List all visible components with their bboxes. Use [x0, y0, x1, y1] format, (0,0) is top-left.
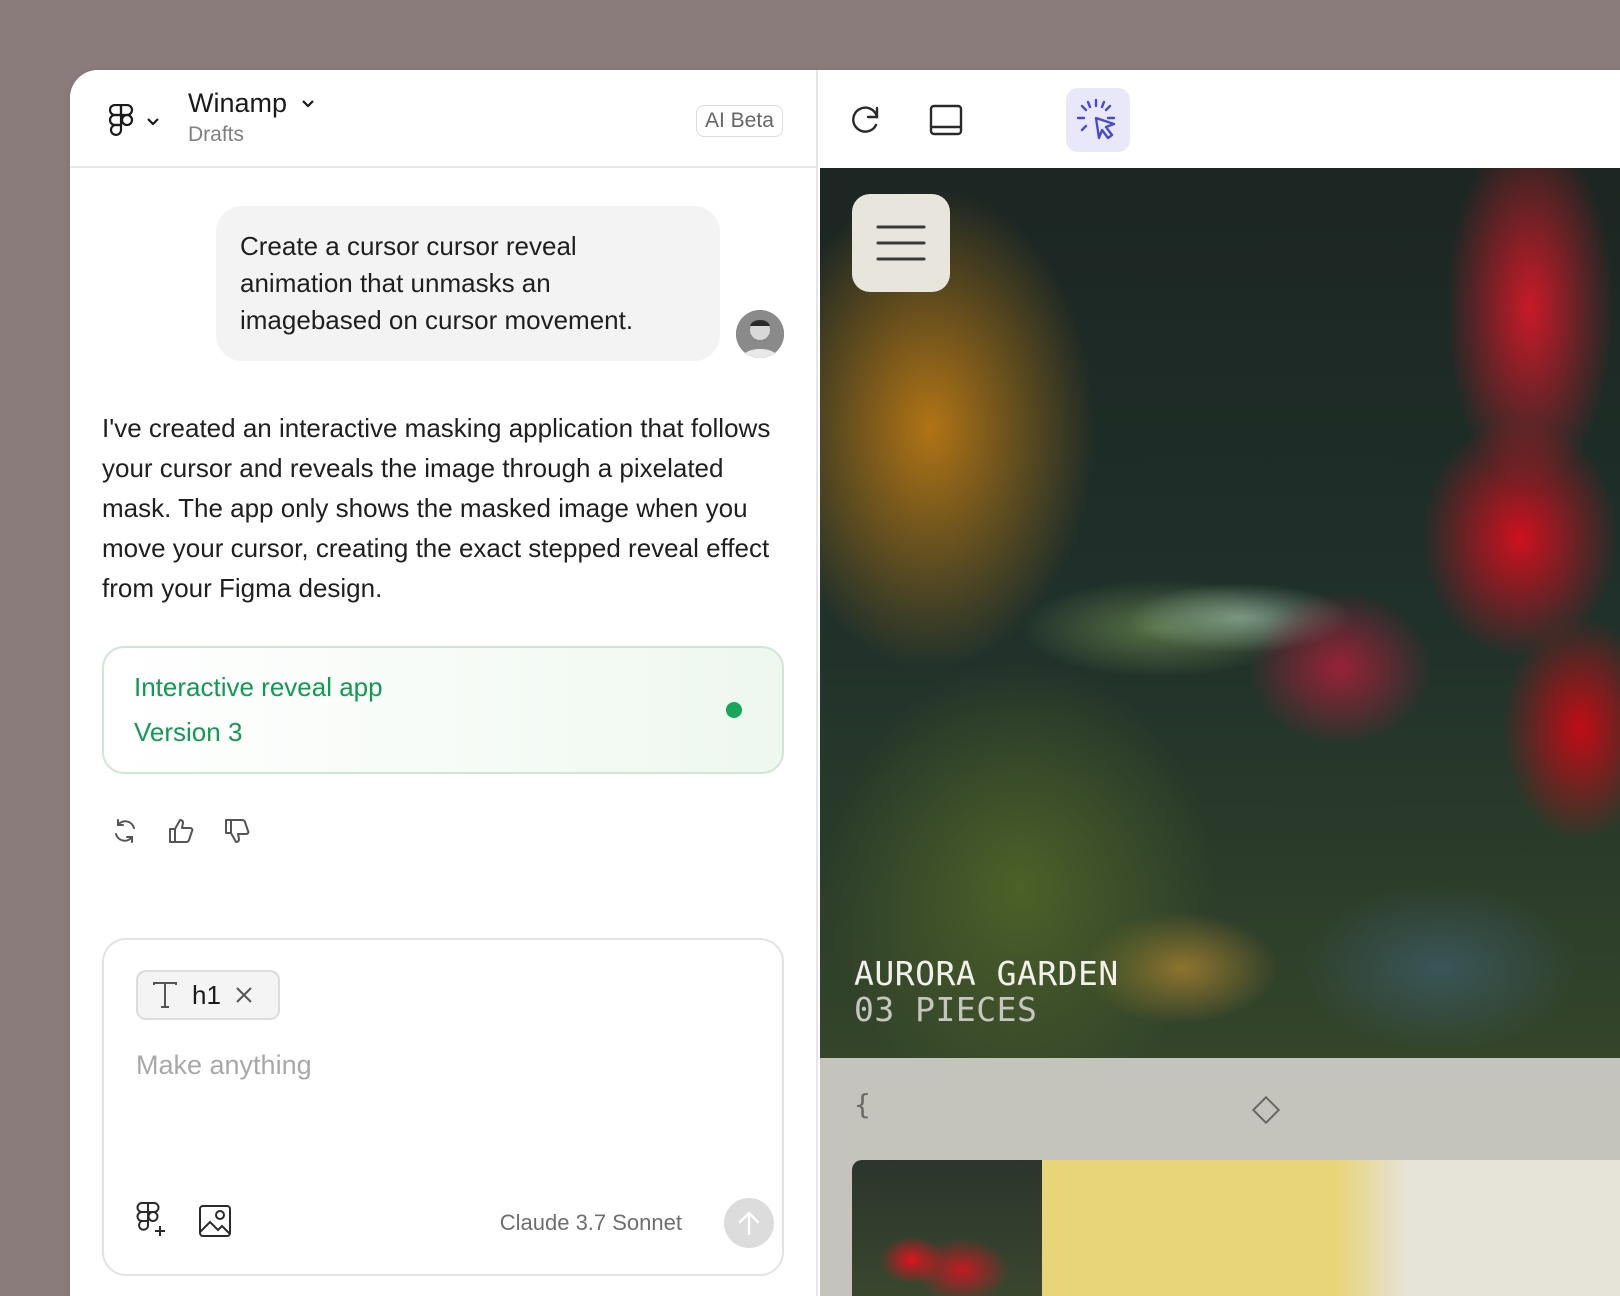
avatar [736, 310, 784, 358]
user-avatar-icon [736, 310, 784, 358]
thumbs-down-icon[interactable] [222, 816, 252, 846]
artifact-title: Interactive reveal app [134, 672, 383, 702]
ai-beta-badge: AI Beta [696, 105, 783, 137]
menu-button[interactable] [852, 194, 950, 292]
preview-panel: AURORA GARDEN 03 PIECES { [820, 70, 1620, 1296]
project-title: Winamp [188, 88, 288, 118]
project-title-block[interactable]: Winamp Drafts [188, 88, 315, 147]
artifact-card[interactable]: Interactive reveal app Version 3 [102, 646, 784, 774]
chip-label: h1 [192, 979, 221, 1010]
layout-toggle-button[interactable] [914, 88, 978, 152]
reload-icon [852, 106, 879, 133]
assistant-message: I've created an interactive masking appl… [102, 413, 771, 603]
context-chip[interactable]: h1 [136, 970, 280, 1020]
thumbs-up-icon[interactable] [166, 816, 196, 846]
send-button[interactable] [724, 1198, 774, 1248]
close-icon[interactable] [235, 986, 253, 1004]
preview-toolbar [820, 70, 1620, 168]
figma-logo-icon [108, 104, 134, 136]
figma-add-icon[interactable] [136, 1202, 168, 1238]
reload-button[interactable] [834, 88, 898, 152]
prompt-input[interactable]: Make anything [136, 1050, 312, 1081]
layout-panel-icon [929, 104, 963, 136]
message-actions [110, 816, 252, 846]
text-type-icon [153, 982, 177, 1008]
status-dot [726, 702, 742, 718]
hamburger-icon [876, 225, 926, 261]
user-message: Create a cursor cursor reveal animation … [216, 206, 720, 361]
refresh-icon[interactable] [110, 816, 140, 846]
diamond-icon [1251, 1095, 1281, 1125]
cursor-spark-icon [1076, 98, 1116, 140]
project-subtitle: Drafts [188, 123, 245, 146]
artifact-version: Version 3 [134, 717, 243, 747]
chevron-down-icon [147, 118, 159, 126]
chat-header: Winamp Drafts AI Beta [70, 70, 816, 168]
chevron-down-icon [302, 99, 314, 108]
hero-subtitle: 03 PIECES [854, 990, 1038, 1029]
arrow-up-icon [738, 1211, 760, 1236]
figma-menu-button[interactable] [108, 104, 160, 140]
gallery-color-panel [1042, 1160, 1620, 1296]
gallery-thumbnail[interactable] [852, 1160, 1042, 1296]
app-window: Winamp Drafts AI Beta Create a cursor cu… [70, 70, 1620, 1296]
composer-toolbar: Claude 3.7 Sonnet [136, 1198, 774, 1248]
select-element-button[interactable] [1066, 88, 1130, 152]
hero-image[interactable]: AURORA GARDEN 03 PIECES [820, 168, 1620, 1058]
gallery-section: { [820, 1058, 1620, 1296]
brace-glyph: { [854, 1088, 871, 1121]
composer: h1 Make anything Claude 3.7 Sonnet [102, 938, 784, 1276]
model-selector[interactable]: Claude 3.7 Sonnet [500, 1210, 682, 1236]
chat-panel: Winamp Drafts AI Beta Create a cursor cu… [70, 70, 818, 1296]
image-icon[interactable] [198, 1204, 232, 1238]
hero-title: AURORA GARDEN [854, 954, 1119, 993]
